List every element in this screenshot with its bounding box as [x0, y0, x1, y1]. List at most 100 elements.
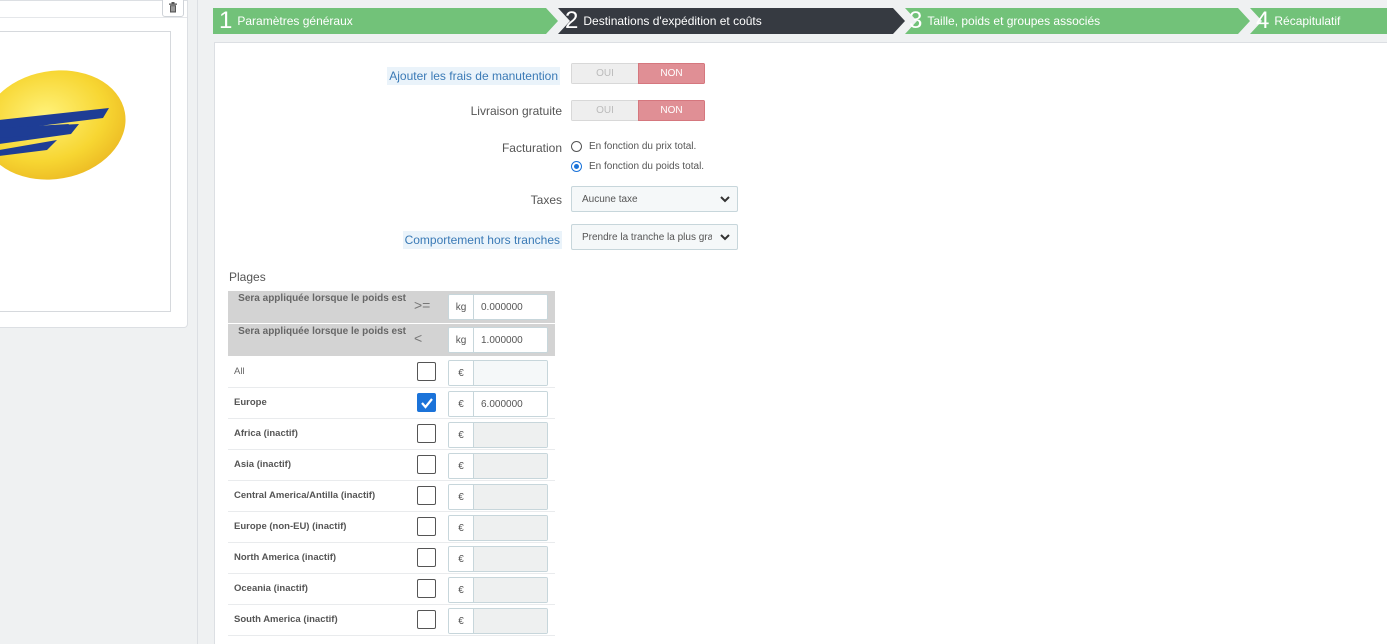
- logo-card-header: [0, 0, 187, 18]
- zone-name: North America (inactif): [234, 552, 337, 563]
- zone-checkbox[interactable]: [417, 548, 436, 567]
- zone-checkbox[interactable]: [417, 610, 436, 629]
- zone-name: Oceania (inactif): [234, 583, 308, 594]
- zone-checkbox[interactable]: [417, 362, 436, 381]
- range-from-row: Sera appliquée lorsque le poids est >= k…: [228, 291, 555, 323]
- column-divider: [197, 0, 198, 644]
- out-of-range-value: Prendre la tranche la plus grande: [582, 231, 712, 243]
- zone-name: Asia (inactif): [234, 459, 292, 470]
- handling-fee-no[interactable]: NON: [638, 63, 705, 84]
- step-2[interactable]: 2 Destinations d'expédition et coûts: [558, 8, 905, 34]
- zone-row: Europe €6.000000: [228, 388, 555, 419]
- zone-price-input[interactable]: €: [448, 515, 548, 541]
- carrier-logo-card: [0, 0, 188, 328]
- free-shipping-switch[interactable]: OUI NON: [571, 100, 705, 121]
- currency-addon: €: [449, 361, 474, 385]
- range-from-unit: kg: [449, 295, 474, 319]
- zone-price-input[interactable]: €: [448, 577, 548, 603]
- currency-addon: €: [449, 516, 474, 540]
- chevron-down-icon: [720, 234, 730, 241]
- zone-price-value[interactable]: [474, 361, 547, 385]
- carrier-logo-image: [0, 31, 171, 312]
- zone-name: Europe: [234, 397, 267, 408]
- range-to-operator: <: [414, 330, 423, 346]
- range-from-input[interactable]: kg 0.000000: [448, 294, 548, 320]
- zone-price-value[interactable]: [474, 454, 547, 478]
- step-1[interactable]: 1 Paramètres généraux: [213, 8, 558, 34]
- zone-name: All: [234, 366, 245, 377]
- zone-row: Africa (inactif) €: [228, 419, 555, 450]
- zone-price-value[interactable]: [474, 423, 547, 447]
- ranges-title: Plages: [229, 270, 266, 284]
- taxes-label: Taxes: [530, 193, 562, 207]
- currency-addon: €: [449, 578, 474, 602]
- zone-price-input[interactable]: €6.000000: [448, 391, 548, 417]
- billing-weight-text: En fonction du poids total.: [589, 161, 705, 172]
- zone-row: South America (inactif) €: [228, 605, 555, 636]
- zone-checkbox[interactable]: [417, 455, 436, 474]
- zone-price-value[interactable]: [474, 547, 547, 571]
- zone-price-input[interactable]: €: [448, 422, 548, 448]
- billing-option-price[interactable]: En fonction du prix total.: [571, 141, 696, 152]
- taxes-value: Aucune taxe: [582, 193, 638, 205]
- free-shipping-label: Livraison gratuite: [470, 104, 562, 118]
- zone-checkbox[interactable]: [417, 393, 436, 412]
- zone-checkbox[interactable]: [417, 424, 436, 443]
- step-2-number: 2: [565, 7, 579, 34]
- zone-price-value[interactable]: [474, 578, 547, 602]
- range-from-value[interactable]: 0.000000: [474, 295, 547, 319]
- currency-addon: €: [449, 423, 474, 447]
- free-shipping-no[interactable]: NON: [638, 100, 705, 121]
- zone-price-input[interactable]: €: [448, 484, 548, 510]
- out-of-range-select[interactable]: Prendre la tranche la plus grande: [571, 224, 738, 250]
- zone-row: Europe (non-EU) (inactif) €: [228, 512, 555, 543]
- step-4[interactable]: 4 Récapitulatif: [1250, 8, 1387, 34]
- zone-price-input[interactable]: €: [448, 360, 548, 386]
- shipping-costs-panel: Ajouter les frais de manutention OUI NON…: [214, 42, 1387, 644]
- billing-option-weight[interactable]: En fonction du poids total.: [571, 161, 704, 172]
- zone-name: Central America/Antilla (inactif): [234, 490, 376, 501]
- billing-label: Facturation: [501, 141, 562, 155]
- zone-checkbox[interactable]: [417, 579, 436, 598]
- step-3[interactable]: 3 Taille, poids et groupes associés: [905, 8, 1250, 34]
- handling-fee-yes[interactable]: OUI: [571, 63, 638, 84]
- zone-price-value[interactable]: [474, 609, 547, 633]
- step-3-number: 3: [909, 7, 923, 34]
- zone-price-input[interactable]: €: [448, 608, 548, 634]
- zone-name: Europe (non-EU) (inactif): [234, 521, 347, 532]
- zone-name: Africa (inactif): [234, 428, 298, 439]
- handling-fee-switch[interactable]: OUI NON: [571, 63, 705, 84]
- handling-fee-label: Ajouter les frais de manutention: [387, 67, 560, 85]
- delete-logo-button[interactable]: [162, 0, 184, 17]
- zone-checkbox[interactable]: [417, 517, 436, 536]
- zone-checkbox[interactable]: [417, 486, 436, 505]
- zone-price-value[interactable]: [474, 516, 547, 540]
- range-from-label: Sera appliquée lorsque le poids est: [238, 293, 406, 304]
- step-3-label: Taille, poids et groupes associés: [927, 14, 1101, 28]
- out-of-range-label: Comportement hors tranches: [402, 231, 562, 249]
- zone-price-input[interactable]: €: [448, 546, 548, 572]
- step-1-number: 1: [219, 7, 233, 34]
- chevron-down-icon: [720, 196, 730, 203]
- free-shipping-yes[interactable]: OUI: [571, 100, 638, 121]
- billing-price-radio[interactable]: [571, 141, 582, 152]
- range-to-input[interactable]: kg 1.000000: [448, 327, 548, 353]
- step-2-label: Destinations d'expédition et coûts: [583, 14, 762, 28]
- zone-price-value[interactable]: 6.000000: [474, 392, 547, 416]
- zone-price-value[interactable]: [474, 485, 547, 509]
- step-4-label: Récapitulatif: [1274, 14, 1341, 28]
- zone-price-input[interactable]: €: [448, 453, 548, 479]
- la-poste-logo-icon: [0, 70, 126, 180]
- range-to-value[interactable]: 1.000000: [474, 328, 547, 352]
- zone-row: Asia (inactif) €: [228, 450, 555, 481]
- step-4-number: 4: [1256, 7, 1270, 34]
- range-to-row: Sera appliquée lorsque le poids est < kg…: [228, 324, 555, 356]
- taxes-select[interactable]: Aucune taxe: [571, 186, 738, 212]
- zone-row: North America (inactif) €: [228, 543, 555, 574]
- range-from-operator: >=: [414, 297, 431, 313]
- billing-weight-radio[interactable]: [571, 161, 582, 172]
- currency-addon: €: [449, 392, 474, 416]
- step-1-label: Paramètres généraux: [237, 14, 353, 28]
- wizard-steps: 1 Paramètres généraux 2 Destinations d'e…: [213, 8, 1387, 34]
- zone-row: Oceania (inactif) €: [228, 574, 555, 605]
